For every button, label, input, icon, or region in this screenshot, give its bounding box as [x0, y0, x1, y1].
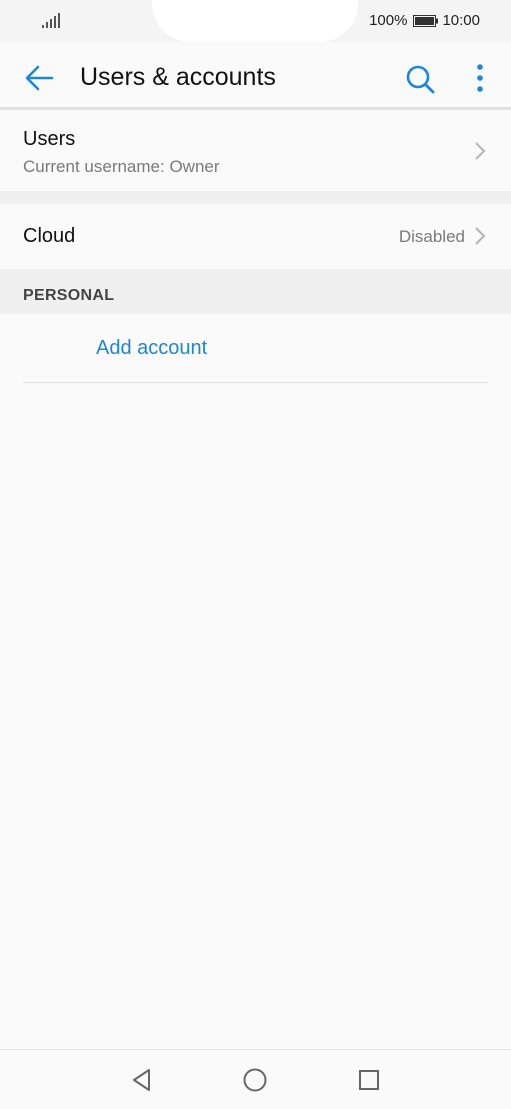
users-row[interactable]: Users Current username: Owner	[0, 110, 511, 191]
chevron-right-icon	[475, 142, 486, 160]
status-bar: 100% 10:00	[0, 0, 511, 42]
navigation-bar	[0, 1049, 511, 1109]
section-header-personal: PERSONAL	[0, 269, 511, 314]
page-title: Users & accounts	[80, 63, 276, 91]
app-bar: Users & accounts	[0, 42, 511, 108]
group-gap	[0, 191, 511, 204]
chevron-right-icon	[475, 227, 486, 245]
users-label: Users	[23, 128, 76, 150]
back-triangle-icon[interactable]	[129, 1067, 155, 1093]
users-subtitle: Current username: Owner	[23, 157, 220, 176]
signal-icon	[42, 13, 60, 28]
cloud-label: Cloud	[23, 225, 76, 247]
battery-percent: 100%	[369, 12, 408, 29]
cloud-status: Disabled	[398, 227, 465, 246]
search-icon[interactable]	[404, 63, 436, 95]
status-right: 100% 10:00	[369, 12, 480, 29]
clock: 10:00	[442, 12, 480, 29]
list-divider	[23, 382, 488, 383]
recents-square-icon[interactable]	[356, 1067, 382, 1093]
camera-notch	[152, 0, 358, 42]
section-label: PERSONAL	[23, 287, 115, 304]
back-arrow-icon[interactable]	[23, 62, 55, 94]
home-circle-icon[interactable]	[242, 1067, 268, 1093]
more-vert-icon[interactable]	[470, 62, 490, 94]
add-account-button[interactable]: Add account	[96, 337, 207, 360]
battery-icon	[413, 14, 439, 27]
cloud-row[interactable]: Cloud Disabled	[0, 204, 511, 269]
